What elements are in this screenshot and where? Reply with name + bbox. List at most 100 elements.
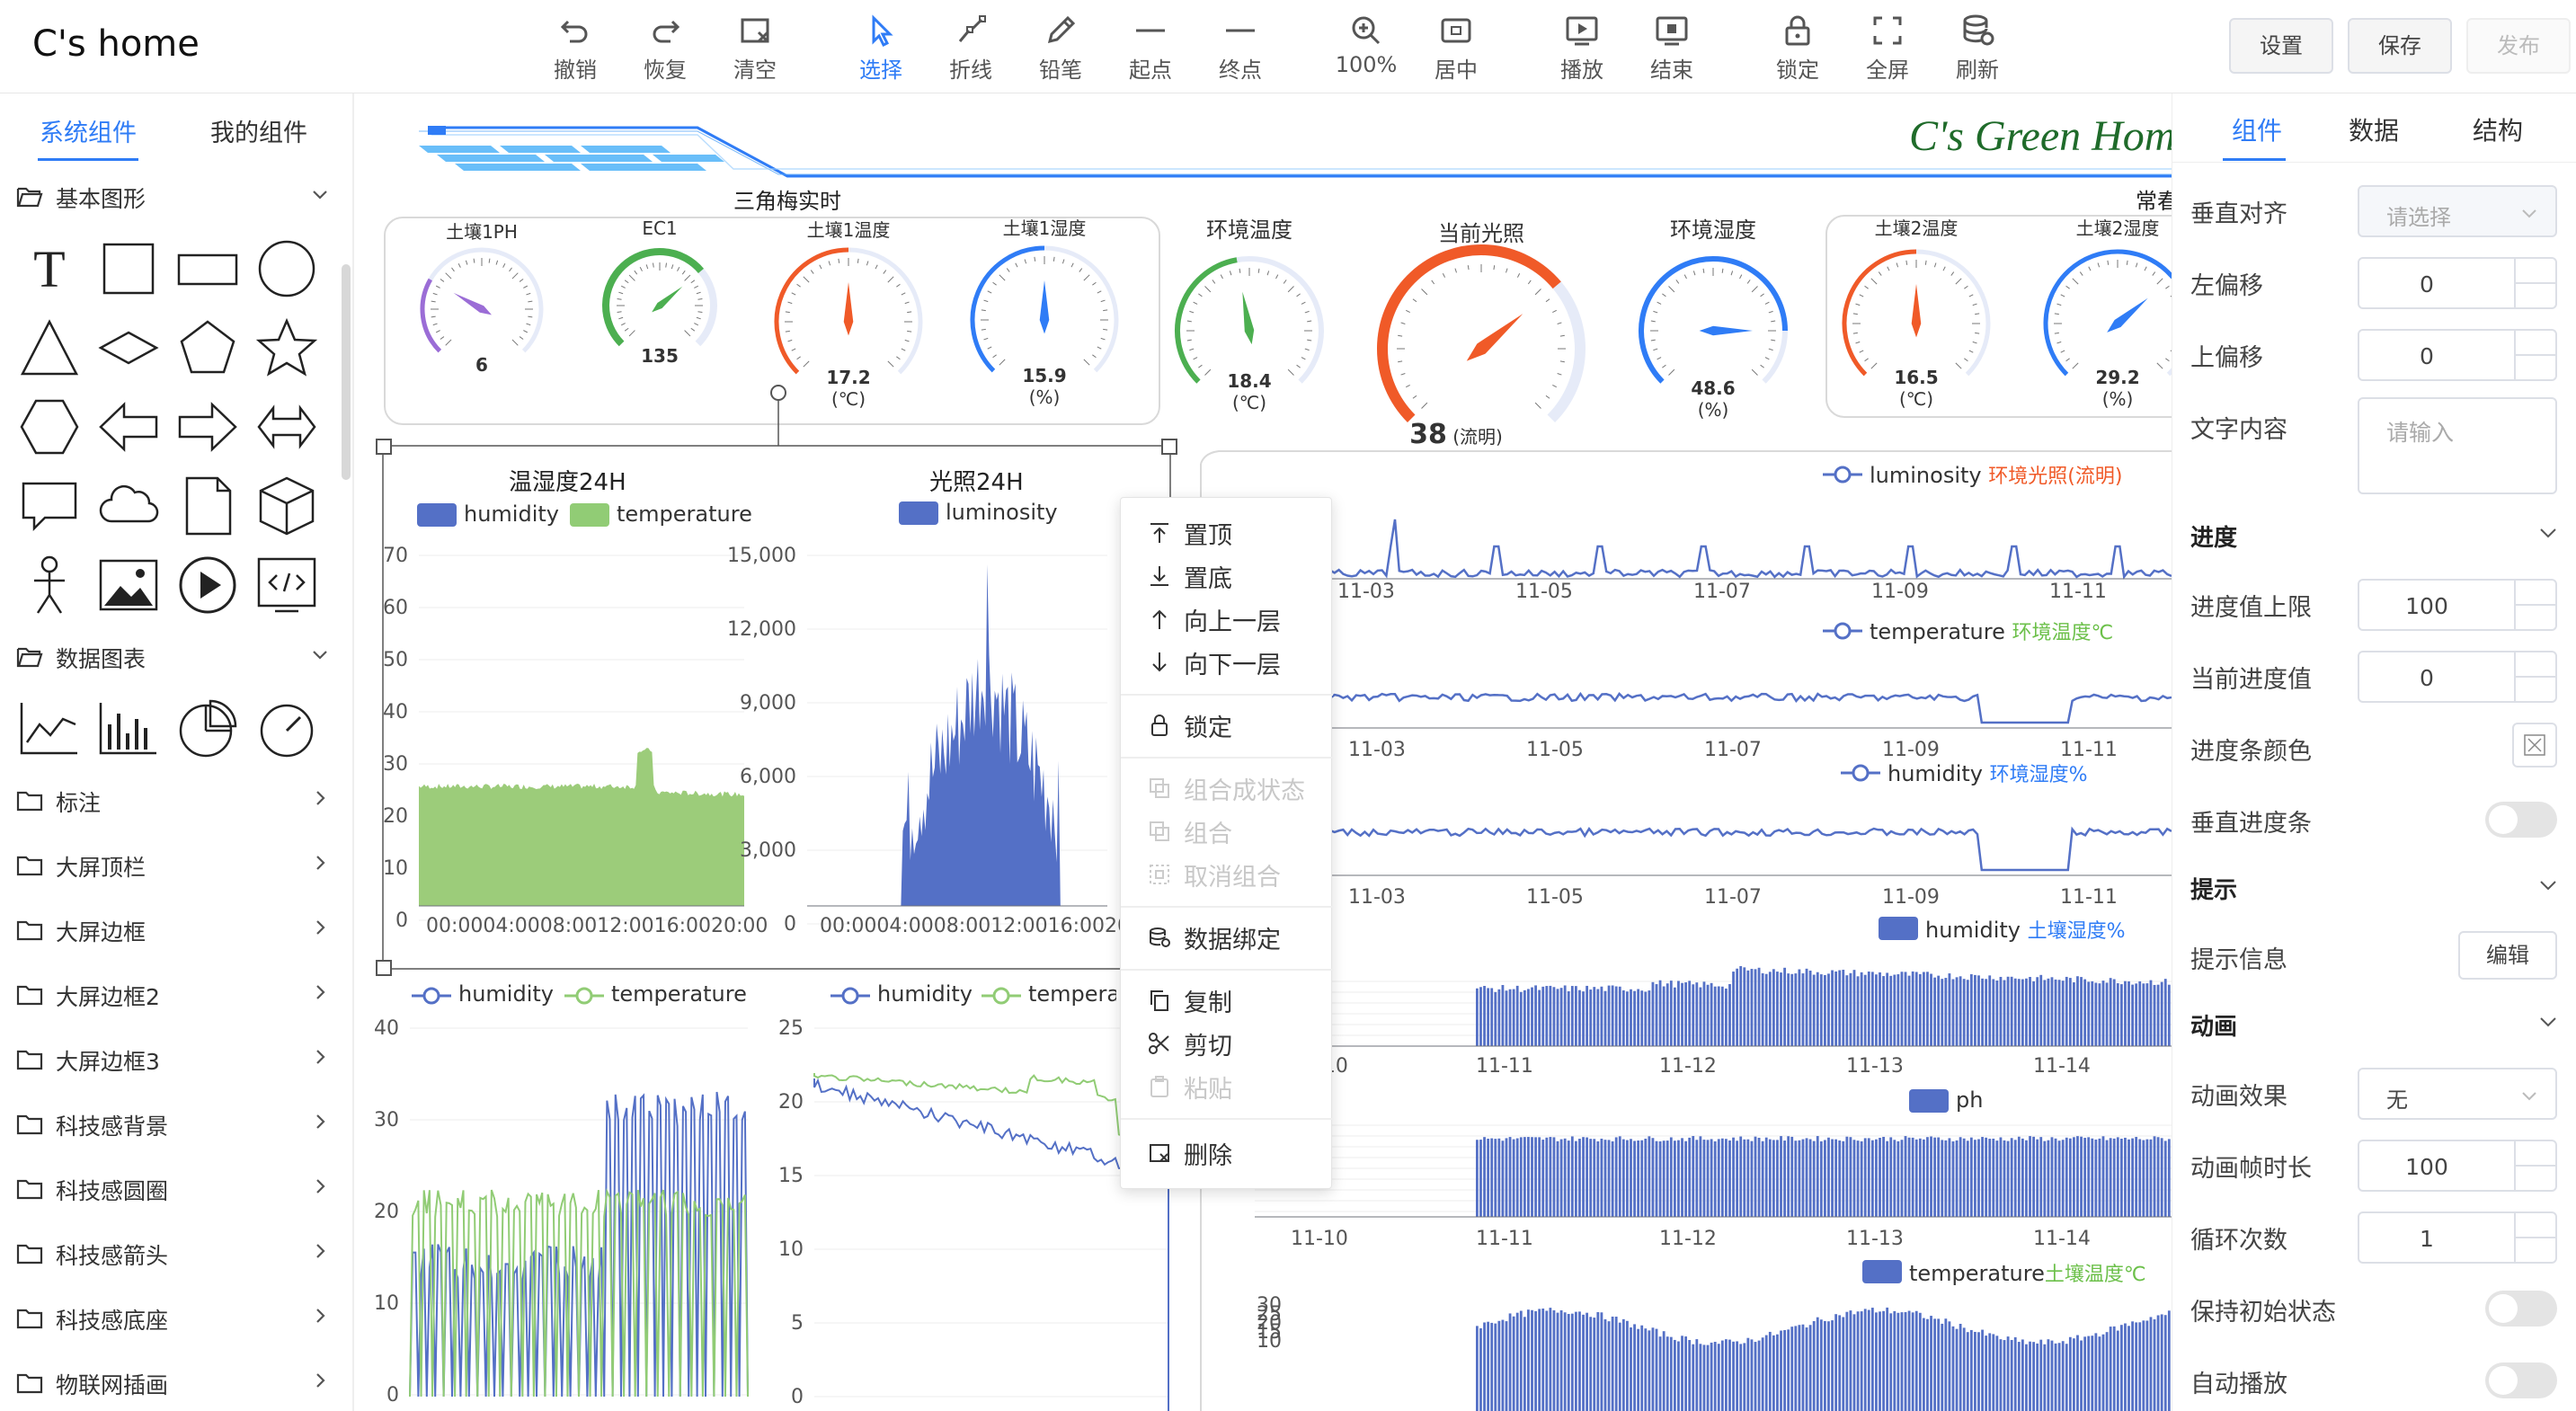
gauge-chart-icon[interactable]: [255, 697, 318, 760]
legend-temperature[interactable]: temperature: [570, 501, 752, 527]
resize-handle-ne[interactable]: [1161, 439, 1177, 455]
save-button[interactable]: 保存: [2348, 18, 2452, 74]
category-screen-border-2[interactable]: 大屏边框2: [16, 978, 331, 1014]
diamond-shape-icon[interactable]: [97, 316, 160, 379]
line-start-button[interactable]: 起点: [1113, 13, 1188, 84]
bar-chart-icon[interactable]: [97, 697, 160, 760]
pentagon-shape-icon[interactable]: [176, 316, 239, 379]
menu-item-send-to-bottom[interactable]: 置底: [1148, 557, 1319, 593]
cube-shape-icon[interactable]: [255, 475, 318, 537]
menu-item-lock[interactable]: 锁定: [1148, 706, 1319, 742]
text-shape-icon[interactable]: T: [18, 237, 81, 300]
play-button[interactable]: 播放: [1544, 13, 1620, 84]
left-offset-stepper[interactable]: 0: [2358, 257, 2557, 309]
circle-shape-icon[interactable]: [255, 237, 318, 300]
gauge[interactable]: [1376, 244, 1586, 423]
category-screen-top[interactable]: 大屏顶栏: [16, 848, 331, 884]
chevron-down-icon[interactable]: [2538, 875, 2558, 895]
legend-temperature-2[interactable]: temperature: [564, 981, 747, 1007]
polyline-button[interactable]: 折线: [933, 13, 1008, 84]
menu-item-ungroup[interactable]: 取消组合: [1148, 856, 1319, 892]
rectangle-shape-icon[interactable]: [176, 237, 239, 300]
legend-luminosity[interactable]: luminosity: [899, 500, 1058, 525]
center-button[interactable]: 居中: [1418, 13, 1494, 84]
progress-color-picker[interactable]: [2512, 723, 2557, 768]
category-data-charts[interactable]: 数据图表: [16, 640, 331, 676]
star-shape-icon[interactable]: [255, 316, 318, 379]
menu-item-group[interactable]: 组合: [1148, 812, 1319, 848]
legend-temperature-3[interactable]: temperature: [982, 981, 1116, 1007]
tab-component[interactable]: 组件: [2232, 111, 2282, 147]
menu-item-bring-to-top[interactable]: 置顶: [1148, 514, 1319, 550]
menu-item-cut[interactable]: 剪切: [1148, 1025, 1319, 1060]
category-screen-border[interactable]: 大屏边框: [16, 913, 331, 949]
line-chart-icon[interactable]: [18, 697, 81, 760]
category-tech-background[interactable]: 科技感背景: [16, 1107, 331, 1143]
vertical-progress-toggle[interactable]: [2485, 802, 2557, 838]
valign-select[interactable]: 请选择: [2358, 185, 2557, 237]
menu-item-data-binding[interactable]: 数据绑定: [1148, 918, 1319, 954]
gauge[interactable]: [774, 247, 923, 375]
gauge[interactable]: [1175, 256, 1324, 384]
legend-humidity-2[interactable]: humidity: [412, 981, 554, 1007]
arrow-left-shape-icon[interactable]: [97, 395, 160, 458]
resize-handle-sw[interactable]: [376, 960, 392, 976]
menu-item-group-state[interactable]: 组合成状态: [1148, 769, 1319, 805]
double-arrow-shape-icon[interactable]: [255, 395, 318, 458]
document-shape-icon[interactable]: [176, 475, 239, 537]
keep-initial-toggle[interactable]: [2485, 1291, 2557, 1327]
iframe-shape-icon[interactable]: [255, 554, 318, 617]
section-progress[interactable]: 进度: [2190, 519, 2237, 553]
gauge[interactable]: [970, 245, 1119, 373]
legend-humidity-line[interactable]: humidity 环境湿度%: [1841, 759, 2088, 787]
image-shape-icon[interactable]: [97, 554, 160, 617]
stepper-buttons[interactable]: [2514, 652, 2555, 701]
resize-handle-nw[interactable]: [376, 439, 392, 455]
settings-button[interactable]: 设置: [2229, 18, 2333, 74]
category-screen-border-3[interactable]: 大屏边框3: [16, 1043, 331, 1078]
tip-edit-button[interactable]: 编辑: [2458, 931, 2557, 980]
tab-my-components[interactable]: 我的组件: [210, 113, 307, 148]
tab-data[interactable]: 数据: [2349, 111, 2399, 147]
category-tech-arrow[interactable]: 科技感箭头: [16, 1237, 331, 1273]
stepper-buttons[interactable]: [2514, 259, 2555, 307]
scrollbar[interactable]: [342, 264, 351, 480]
legend-ph[interactable]: ph: [1909, 1087, 1983, 1113]
chevron-down-icon[interactable]: [2538, 523, 2558, 543]
loop-count-stepper[interactable]: 1: [2358, 1211, 2557, 1264]
pencil-button[interactable]: 铅笔: [1023, 13, 1098, 84]
square-shape-icon[interactable]: [97, 237, 160, 300]
text-content-input[interactable]: 请输入: [2358, 397, 2557, 494]
legend-humidity-3[interactable]: humidity: [831, 981, 973, 1007]
gauge[interactable]: [1639, 256, 1788, 384]
progress-max-stepper[interactable]: 100: [2358, 579, 2557, 631]
stop-button[interactable]: 结束: [1634, 13, 1710, 84]
lock-button[interactable]: 锁定: [1760, 13, 1835, 84]
pie-chart-icon[interactable]: [176, 697, 239, 760]
stepper-buttons[interactable]: [2514, 331, 2555, 379]
stepper-buttons[interactable]: [2514, 1213, 2555, 1262]
section-tip[interactable]: 提示: [2190, 872, 2237, 905]
anim-effect-select[interactable]: 无: [2358, 1068, 2557, 1120]
legend-luminosity-line[interactable]: luminosity 环境光照(流明): [1823, 460, 2122, 489]
menu-item-delete[interactable]: 删除: [1148, 1134, 1319, 1170]
rotate-handle[interactable]: [770, 385, 786, 401]
publish-button[interactable]: 发布: [2466, 18, 2571, 74]
anim-duration-stepper[interactable]: 100: [2358, 1140, 2557, 1192]
hexagon-shape-icon[interactable]: [18, 395, 81, 458]
category-iot-illustration[interactable]: 物联网插画: [16, 1366, 331, 1402]
gauge[interactable]: [2043, 249, 2172, 377]
chevron-down-icon[interactable]: [2538, 1012, 2558, 1032]
section-animation[interactable]: 动画: [2190, 1008, 2237, 1042]
progress-current-stepper[interactable]: 0: [2358, 651, 2557, 703]
line-end-button[interactable]: 终点: [1203, 13, 1278, 84]
legend-temperature-line[interactable]: temperature 环境温度℃: [1823, 617, 2113, 645]
stepper-buttons[interactable]: [2514, 581, 2555, 629]
person-shape-icon[interactable]: [18, 554, 81, 617]
gauge[interactable]: [420, 247, 544, 353]
autoplay-toggle[interactable]: [2485, 1362, 2557, 1398]
menu-item-paste[interactable]: 粘贴: [1148, 1068, 1319, 1104]
cloud-shape-icon[interactable]: [97, 475, 160, 537]
fullscreen-button[interactable]: 全屏: [1850, 13, 1925, 84]
refresh-button[interactable]: 刷新: [1940, 13, 2015, 84]
